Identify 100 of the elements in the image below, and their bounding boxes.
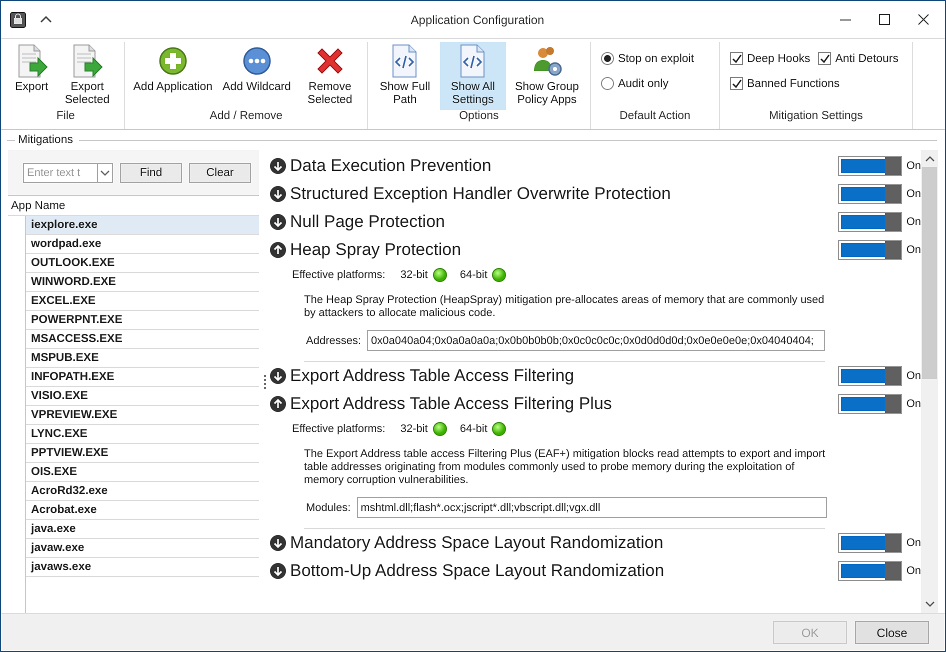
mitigation-title: Export Address Table Access Filtering Plus bbox=[290, 394, 613, 414]
status-dot-icon bbox=[492, 422, 506, 436]
option-label: Stop on exploit bbox=[618, 52, 694, 64]
dialog-button[interactable]: Close bbox=[855, 621, 929, 644]
app-row[interactable]: javaw.exe bbox=[26, 539, 259, 558]
ribbon-button[interactable]: Export Selected bbox=[54, 42, 120, 110]
search-button[interactable]: Clear bbox=[189, 162, 251, 182]
mitigation-title: Export Address Table Access Filtering bbox=[290, 366, 576, 386]
toggle-state-label: On bbox=[906, 565, 921, 577]
mitigation-title: Mandatory Address Space Layout Randomization bbox=[290, 533, 664, 553]
toggle-switch[interactable] bbox=[838, 184, 902, 204]
ribbon-button[interactable]: Remove Selected bbox=[296, 42, 363, 110]
ribbon-button[interactable]: Export bbox=[11, 42, 52, 110]
radio-button[interactable] bbox=[600, 52, 614, 65]
toggle-switch[interactable] bbox=[838, 240, 902, 260]
app-row[interactable]: LYNC.EXE bbox=[26, 425, 259, 444]
platform-label: 64-bit bbox=[460, 423, 488, 435]
maximize-icon[interactable] bbox=[879, 14, 890, 25]
mitigation-title: Heap Spray Protection bbox=[290, 240, 462, 260]
mitigation-description: The Export Address table access Filtering Plus (EAF+) mitigation blocks read attempts to export and import table addresses originating from modules commonly used to probe memory during the exploitation of memory corruption vulnerabilities. bbox=[304, 448, 826, 487]
app-row[interactable]: AcroRd32.exe bbox=[26, 482, 259, 501]
platforms-label: Effective platforms: bbox=[292, 269, 386, 281]
mitigation-title: Data Execution Prevention bbox=[290, 156, 492, 176]
text-field[interactable]: mshtml.dll;flash*.ocx;jscript*.dll;vbscript.dll;vgx.dll bbox=[356, 497, 827, 518]
export-document-icon bbox=[16, 44, 48, 78]
ribbon-group-label: Default Action bbox=[618, 110, 692, 124]
toggle-state-label: On bbox=[906, 537, 921, 549]
close-icon[interactable] bbox=[918, 14, 930, 25]
app-row[interactable]: OIS.EXE bbox=[26, 463, 259, 482]
scrollbar-thumb[interactable] bbox=[922, 167, 937, 379]
mitigation-title: Null Page Protection bbox=[290, 212, 446, 232]
export-document-icon bbox=[71, 44, 104, 78]
app-row[interactable]: WINWORD.EXE bbox=[26, 273, 259, 292]
toggle-switch[interactable] bbox=[838, 156, 902, 176]
status-dot-icon bbox=[492, 268, 506, 282]
toggle-switch[interactable] bbox=[838, 394, 902, 414]
caret-up-icon[interactable] bbox=[40, 15, 52, 24]
checkmark-icon bbox=[730, 78, 742, 89]
toggle-state-label: On bbox=[906, 188, 921, 200]
search-button[interactable]: Find bbox=[120, 162, 182, 182]
option-label: Deep Hooks bbox=[746, 52, 810, 64]
ribbon-button[interactable]: Show Group Policy Apps bbox=[508, 42, 586, 110]
ribbon-button[interactable]: Add Wildcard bbox=[218, 42, 295, 110]
window-title: Application Configuration bbox=[410, 12, 544, 26]
toggle-switch[interactable] bbox=[838, 561, 902, 581]
app-row[interactable]: MSPUB.EXE bbox=[26, 349, 259, 368]
toggle-state-label: On bbox=[906, 244, 921, 256]
scroll-down-icon bbox=[924, 601, 934, 607]
app-row[interactable]: MSACCESS.EXE bbox=[26, 330, 259, 349]
app-row[interactable]: EXCEL.EXE bbox=[26, 292, 259, 311]
toggle-switch[interactable] bbox=[838, 533, 902, 553]
search-field[interactable]: Enter text t bbox=[23, 162, 97, 182]
radio-button[interactable] bbox=[600, 77, 614, 90]
platform-label: 64-bit bbox=[460, 269, 488, 281]
app-row[interactable]: VISIO.EXE bbox=[26, 387, 259, 406]
ribbon-group-label: File bbox=[55, 110, 76, 124]
ribbon-button[interactable]: Add Application bbox=[129, 42, 217, 110]
ribbon-group-label: Mitigation Settings bbox=[768, 110, 864, 124]
mitigation-title: Structured Exception Handler Overwrite Protection bbox=[290, 184, 672, 204]
toggle-switch[interactable] bbox=[838, 366, 902, 386]
app-row[interactable]: iexplore.exe bbox=[26, 216, 259, 235]
app-row[interactable]: VPREVIEW.EXE bbox=[26, 406, 259, 425]
app-row[interactable]: Acrobat.exe bbox=[26, 501, 259, 520]
toggle-switch[interactable] bbox=[838, 212, 902, 232]
ribbon-button[interactable]: Show Full Path bbox=[372, 42, 438, 110]
toggle-state-label: On bbox=[906, 398, 921, 410]
status-dot-icon bbox=[432, 422, 447, 436]
app-row[interactable]: PPTVIEW.EXE bbox=[26, 444, 259, 463]
lock-app-icon bbox=[10, 12, 26, 28]
checkbox[interactable] bbox=[818, 52, 832, 65]
app-row[interactable]: wordpad.exe bbox=[26, 235, 259, 254]
checkmark-icon bbox=[819, 53, 830, 64]
app-row[interactable]: OUTLOOK.EXE bbox=[26, 254, 259, 273]
dropdown-button[interactable] bbox=[97, 162, 113, 182]
mitigation-description: The Heap Spray Protection (HeapSpray) mitigation pre-allocates areas of memory that are commonly used by attackers to allocate malicious code. bbox=[304, 294, 826, 320]
text-field[interactable]: 0x0a040a04;0x0a0a0a0a;0x0b0b0b0b;0x0c0c0c0c;0x0d0d0d0d;0x0e0e0e0e;0x04040404; bbox=[367, 330, 826, 351]
option-label: Banned Functions bbox=[746, 78, 840, 90]
checkbox[interactable] bbox=[730, 77, 743, 90]
toggle-state-label: On bbox=[906, 216, 921, 228]
status-dot-icon bbox=[432, 268, 447, 282]
checkbox[interactable] bbox=[730, 52, 743, 65]
mitigation-title: Bottom-Up Address Space Layout Randomization bbox=[290, 561, 666, 581]
field-label: Modules: bbox=[306, 502, 351, 514]
option-label: Anti Detours bbox=[835, 52, 899, 64]
field-label: Addresses: bbox=[306, 334, 362, 346]
ribbon-group-label: Options bbox=[458, 110, 500, 124]
option-label: Audit only bbox=[618, 78, 668, 90]
ribbon-group-label: Add / Remove bbox=[208, 110, 284, 124]
scroll-up-icon bbox=[924, 156, 934, 162]
app-row[interactable]: javaws.exe bbox=[26, 558, 259, 577]
app-row[interactable]: INFOPATH.EXE bbox=[26, 368, 259, 387]
ribbon-button[interactable]: Show All Settings bbox=[440, 42, 506, 110]
app-row[interactable]: POWERPNT.EXE bbox=[26, 311, 259, 330]
checkmark-icon bbox=[730, 53, 742, 64]
toggle-state-label: On bbox=[906, 370, 921, 382]
app-row[interactable]: java.exe bbox=[26, 520, 259, 539]
dropdown-caret-icon bbox=[100, 170, 110, 176]
platform-label: 32-bit bbox=[400, 269, 428, 281]
toggle-state-label: On bbox=[906, 160, 921, 172]
platforms-label: Effective platforms: bbox=[292, 423, 386, 435]
